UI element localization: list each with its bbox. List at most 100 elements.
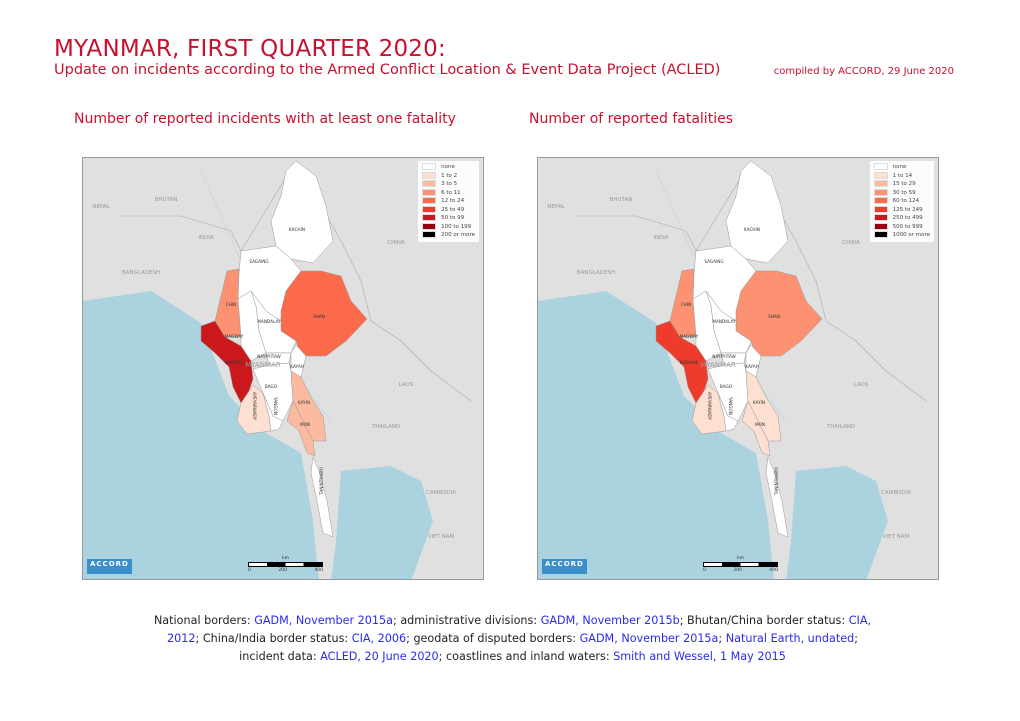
legend-swatch [422,163,437,170]
legend-label: none [441,164,455,170]
legend-swatch [422,214,437,221]
legend-item: none [422,163,475,172]
country-label: CHINA [842,240,860,246]
legend-swatch [422,188,437,196]
region-label: MAGWAY [225,334,244,339]
region-label: KAYIN [753,400,765,405]
region-label: YANGON [273,396,278,415]
country-label: BHUTAN [155,197,178,203]
footer-text: ; geodata of disputed borders: [406,632,580,645]
sources-footer: National borders: GADM, November 2015a; … [150,612,875,666]
country-label: LAOS [854,382,869,388]
legend-swatch [422,205,437,213]
region-label: NAYPYITAW [257,354,280,359]
legend-label: 1000 or more [892,232,930,238]
footer-text: ; Bhutan/China border status: [679,614,849,627]
footer-text: ; administrative divisions: [393,614,541,627]
legend-item: 60 to 124 [873,197,930,206]
country-label: MYANMAR [700,361,736,369]
scale-bar-graphic [703,562,778,567]
scale-bar: km 0 200 400 [703,556,778,573]
region-label: TANINTHARYI [319,467,324,496]
country-label: LAOS [399,382,414,388]
legend-label: 200 or more [441,232,475,238]
legend-swatch [422,171,437,179]
legend: none 1 to 14 15 to 29 30 to 59 60 to 124 125 … [869,161,934,242]
legend-item: none [873,163,930,172]
footer-text: ; coastlines and inland waters: [438,650,614,663]
source-link[interactable]: ACLED, 20 June 2020 [320,650,438,663]
region-label: NAYPYITAW [712,354,735,359]
country-label: THAILAND [826,424,855,430]
legend-label: 125 to 249 [892,206,923,213]
region-label: KACHIN [744,227,760,232]
map-title-incidents: Number of reported incidents with at lea… [74,111,456,127]
legend-item: 25 to 49 [422,205,475,215]
legend-swatch [873,180,888,187]
scale-bar: km 0 200 400 [248,556,323,573]
source-link[interactable]: GADM, November 2015b [541,614,680,627]
footer-text: ; China/India border status: [195,632,352,645]
region-label: KAYIN [298,400,310,405]
legend-item: 15 to 29 [873,180,930,189]
legend-label: 60 to 124 [892,198,920,204]
region-label: MON [300,422,310,427]
source-link[interactable]: Smith and Wessel, 1 May 2015 [613,650,786,663]
page-subtitle: Update on incidents according to the Arm… [54,62,721,78]
legend-label: none [892,164,907,170]
footer-text: ; [718,632,726,645]
legend-swatch [422,231,437,238]
scale-bar-graphic [248,562,323,567]
legend-label: 1 to 2 [441,172,458,179]
country-label: VIET NAM [883,534,910,540]
country-label: CAMBODIA [881,490,911,496]
region-label: AYEYARWADY [252,392,257,420]
scale-tick: 400 [769,568,778,573]
country-label: NEPAL [547,204,565,210]
country-label: INDIA [653,235,669,241]
source-link[interactable]: GADM, November 2015a [254,614,393,627]
legend-label: 500 to 999 [892,223,923,230]
legend-label: 15 to 29 [892,181,916,187]
source-link[interactable]: GADM, November 2015a [580,632,719,645]
legend-label: 100 to 199 [441,223,472,230]
legend-item: 30 to 59 [873,188,930,198]
region-label: MANDALAY [257,319,281,324]
country-label: CHINA [387,240,405,246]
legend-label: 30 to 59 [892,189,916,196]
accord-logo: ACCORD [87,559,132,574]
country-label: VIET NAM [428,534,455,540]
legend-swatch [422,180,437,187]
region-label: RAKHINE [225,360,244,365]
region-label: CHIN [681,302,691,307]
region-label: SAGAING [249,259,268,264]
footer-text: National borders: [153,614,255,627]
region-label: SAGAING [704,259,723,264]
region-label: AYEYARWADY [707,392,712,420]
legend-swatch [422,222,437,230]
legend-item: 500 to 999 [873,222,930,232]
legend-label: 1 to 14 [892,172,913,179]
region-label: MON [755,422,765,427]
region-label: SHAN [768,314,780,319]
region-label: SHAN [313,314,325,319]
legend-swatch [873,231,888,238]
map-incidents: NEPAL BHUTAN INDIA CHINA BANGLADESH MYANMAR LA… [82,157,484,580]
map-title-fatalities: Number of reported fatalities [529,111,733,127]
scale-unit: km [282,556,289,561]
source-link[interactable]: CIA, 2006 [352,632,406,645]
accord-logo: ACCORD [542,559,587,574]
country-label: THAILAND [371,424,400,430]
country-label: NEPAL [92,204,110,210]
legend-item: 250 to 499 [873,214,930,223]
country-label: BANGLADESH [122,270,160,276]
region-label: BAGO [720,384,733,389]
page-title: MYANMAR, FIRST QUARTER 2020: [54,36,446,62]
region-label: BAGO [265,384,278,389]
source-link[interactable]: Natural Earth, undated [726,632,854,645]
legend-item: 125 to 249 [873,205,930,215]
legend-label: 6 to 11 [441,189,461,196]
legend-item: 50 to 99 [422,214,475,223]
region-label: KACHIN [289,227,305,232]
legend-label: 12 to 24 [441,198,465,204]
